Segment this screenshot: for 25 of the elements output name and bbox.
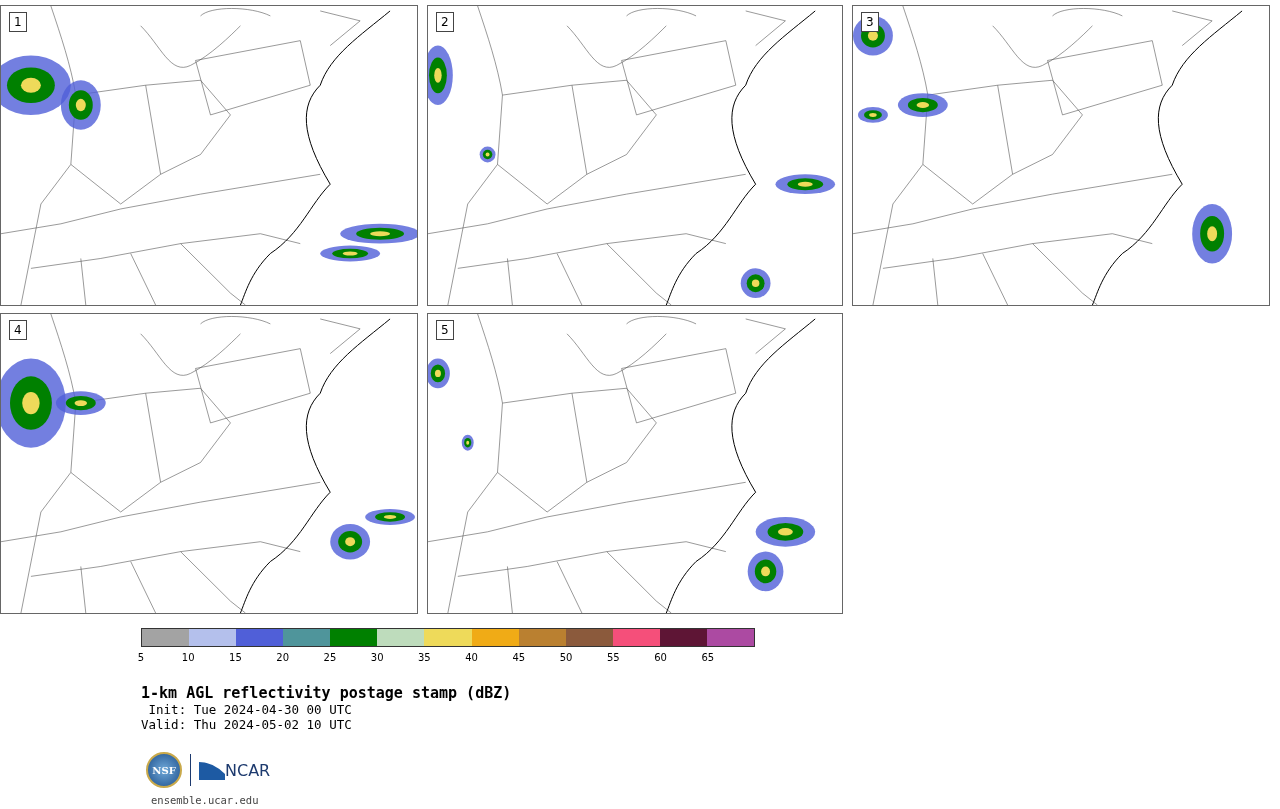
tick-label: 35: [418, 652, 431, 663]
valid-time: Valid: Thu 2024-05-02 10 UTC: [141, 717, 353, 732]
tick-label: 60: [654, 652, 667, 663]
panel-number: 1: [9, 12, 27, 32]
panel-number: 2: [436, 12, 454, 32]
tick-label: 20: [276, 652, 290, 663]
tick-label: 55: [606, 652, 620, 663]
tick-label: 25: [323, 652, 337, 663]
tick-label: 40: [465, 652, 478, 663]
tick-label: 15: [229, 652, 242, 663]
tick-label: 30: [370, 652, 384, 663]
tick-label: 50: [559, 652, 573, 663]
tick-label: 45: [512, 652, 526, 663]
tick-label: 65: [701, 652, 715, 663]
website-url: ensemble.ucar.edu: [151, 794, 260, 806]
tick-label: 5: [137, 652, 145, 663]
swoosh-icon: [199, 760, 225, 780]
chart-title: 1-km AGL reflectivity postage stamp (dBZ): [141, 684, 513, 702]
panel-number: 4: [9, 320, 27, 340]
ncar-logo: NCAR: [225, 760, 271, 780]
init-time: Init: Tue 2024-04-30 00 UTC: [147, 702, 353, 717]
tick-label: 10: [181, 652, 195, 663]
panel-number: 5: [436, 320, 454, 340]
nsf-logo: NSF: [146, 752, 182, 788]
panel-number: 3: [861, 12, 879, 32]
